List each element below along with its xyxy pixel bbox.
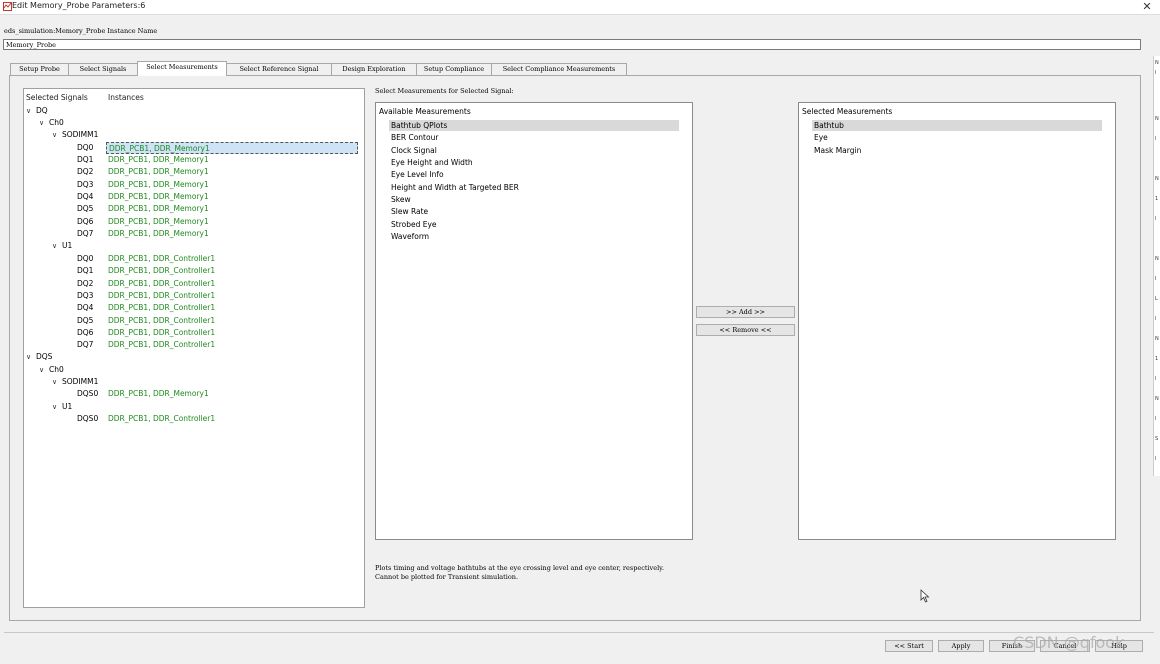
instance-item[interactable]: DDR_PCB1, DDR_Memory1 xyxy=(108,203,209,215)
instance-item[interactable]: DDR_PCB1, DDR_Memory1 xyxy=(108,154,209,166)
tree-node-dqs-sodimm1[interactable]: ∨ SODIMM1 xyxy=(52,376,98,388)
signal-name[interactable]: DQ5 xyxy=(77,315,93,327)
measurement-item[interactable]: BER Contour xyxy=(391,132,438,143)
tree-node-dqs[interactable]: ∨ DQS xyxy=(26,351,52,363)
signal-name[interactable]: DQ2 xyxy=(77,278,93,290)
footer-separator xyxy=(4,632,1154,633)
signal-name[interactable]: DQ2 xyxy=(77,166,93,178)
signal-name[interactable]: DQ7 xyxy=(77,228,93,240)
description-line-2: Cannot be plotted for Transient simulati… xyxy=(375,573,519,581)
add-button[interactable]: >> Add >> xyxy=(696,306,795,318)
measurement-item[interactable]: Bathtub QPlots xyxy=(389,120,679,131)
signal-name[interactable]: DQ3 xyxy=(77,290,93,302)
measurement-item[interactable]: Strobed Eye xyxy=(391,219,437,230)
signal-name[interactable]: DQ0 xyxy=(77,142,93,154)
col-instances: Instances xyxy=(108,93,144,102)
start-button[interactable]: << Start xyxy=(885,640,933,652)
tree-node-dqs-u1[interactable]: ∨ U1 xyxy=(52,401,72,413)
instance-item[interactable]: DDR_PCB1, DDR_Memory1 xyxy=(108,388,209,400)
measurement-item[interactable]: Eye Height and Width xyxy=(391,157,473,168)
chevron-down-icon[interactable]: ∨ xyxy=(52,129,62,141)
instance-item[interactable]: DDR_PCB1, DDR_Memory1 xyxy=(108,191,209,203)
instance-item-selected[interactable]: DDR_PCB1, DDR_Memory1 xyxy=(106,142,358,154)
measurement-item[interactable]: Eye Level Info xyxy=(391,169,444,180)
instance-item[interactable]: DDR_PCB1, DDR_Controller1 xyxy=(108,278,215,290)
signal-name[interactable]: DQ5 xyxy=(77,203,93,215)
instance-item[interactable]: DDR_PCB1, DDR_Memory1 xyxy=(108,228,209,240)
measurement-item[interactable]: Clock Signal xyxy=(391,145,437,156)
selected-signals-tree[interactable]: Selected Signals Instances ∨ DQ ∨ Ch0 ∨ SOD… xyxy=(23,88,365,608)
measurement-item[interactable]: Height and Width at Targeted BER xyxy=(391,182,519,193)
tree-node-dq[interactable]: ∨ DQ xyxy=(26,105,48,117)
tree-node-dqs-ch0[interactable]: ∨ Ch0 xyxy=(39,364,64,376)
signal-name[interactable]: DQS0 xyxy=(77,413,98,425)
chevron-down-icon[interactable]: ∨ xyxy=(52,376,62,388)
signal-name[interactable]: DQ6 xyxy=(77,327,93,339)
signal-name[interactable]: DQ1 xyxy=(77,154,93,166)
signal-name[interactable]: DQ6 xyxy=(77,216,93,228)
measurement-item[interactable]: Waveform xyxy=(391,231,429,242)
selected-measurement-item[interactable]: Bathtub xyxy=(812,120,1102,131)
tab-design-exploration[interactable]: Design Exploration xyxy=(331,63,417,75)
window-title: Edit Memory_Probe Parameters:6 xyxy=(12,1,146,10)
signal-name[interactable]: DQ4 xyxy=(77,302,93,314)
instance-item[interactable]: DDR_PCB1, DDR_Controller1 xyxy=(108,253,215,265)
background-window-strip: NlNl N1lN ILlN 1lNl Sl xyxy=(1153,56,1160,476)
chevron-down-icon[interactable]: ∨ xyxy=(26,351,36,363)
instance-item[interactable]: DDR_PCB1, DDR_Controller1 xyxy=(108,290,215,302)
signal-name[interactable]: DQ4 xyxy=(77,191,93,203)
description-line-1: Plots timing and voltage bathtubs at the… xyxy=(375,564,665,572)
measurements-section-label: Select Measurements for Selected Signal: xyxy=(375,87,514,95)
selected-measurements-header: Selected Measurements xyxy=(802,107,893,116)
measurement-item[interactable]: Slew Rate xyxy=(391,206,428,217)
chevron-down-icon[interactable]: ∨ xyxy=(52,240,62,252)
available-measurements-list[interactable]: Available Measurements Bathtub QPlots BE… xyxy=(375,102,693,540)
instance-name-label: eds_simulation:Memory_Probe Instance Nam… xyxy=(4,27,158,35)
chevron-down-icon[interactable]: ∨ xyxy=(26,105,36,117)
measurement-description: Plots timing and voltage bathtubs at the… xyxy=(375,564,664,582)
signal-name[interactable]: DQS0 xyxy=(77,388,98,400)
available-measurements-header: Available Measurements xyxy=(379,107,471,116)
chevron-down-icon[interactable]: ∨ xyxy=(39,117,49,129)
instance-item[interactable]: DDR_PCB1, DDR_Memory1 xyxy=(108,216,209,228)
tab-select-measurements[interactable]: Select Measurements xyxy=(137,61,227,76)
selected-measurement-item[interactable]: Mask Margin xyxy=(814,145,861,156)
instance-item[interactable]: DDR_PCB1, DDR_Controller1 xyxy=(108,413,215,425)
signal-name[interactable]: DQ0 xyxy=(77,253,93,265)
instance-item[interactable]: DDR_PCB1, DDR_Controller1 xyxy=(108,265,215,277)
remove-button[interactable]: << Remove << xyxy=(696,324,795,336)
chevron-down-icon[interactable]: ∨ xyxy=(39,364,49,376)
finish-button[interactable]: Finish xyxy=(989,640,1035,652)
tab-setup-compliance[interactable]: Setup Compliance xyxy=(416,63,492,75)
tab-select-signals[interactable]: Select Signals xyxy=(68,63,138,75)
help-button[interactable]: Help xyxy=(1095,640,1143,652)
instance-item[interactable]: DDR_PCB1, DDR_Memory1 xyxy=(108,166,209,178)
selected-measurement-item[interactable]: Eye xyxy=(814,132,828,143)
instance-item[interactable]: DDR_PCB1, DDR_Controller1 xyxy=(108,327,215,339)
close-button[interactable]: ✕ xyxy=(1140,0,1154,14)
mouse-cursor-icon xyxy=(920,589,930,603)
signal-name[interactable]: DQ1 xyxy=(77,265,93,277)
chevron-down-icon[interactable]: ∨ xyxy=(52,401,62,413)
instance-name-input[interactable]: Memory_Probe xyxy=(3,39,1141,50)
instance-item[interactable]: DDR_PCB1, DDR_Controller1 xyxy=(108,302,215,314)
app-icon xyxy=(3,2,12,11)
cancel-button[interactable]: Cancel xyxy=(1040,640,1090,652)
instance-item[interactable]: DDR_PCB1, DDR_Memory1 xyxy=(108,179,209,191)
title-bar: Edit Memory_Probe Parameters:6 ✕ xyxy=(0,0,1160,15)
tree-node-ch0[interactable]: ∨ Ch0 xyxy=(39,117,64,129)
tree-node-sodimm1[interactable]: ∨ SODIMM1 xyxy=(52,129,98,141)
selected-measurements-list[interactable]: Selected Measurements Bathtub Eye Mask M… xyxy=(798,102,1116,540)
tree-node-u1[interactable]: ∨ U1 xyxy=(52,240,72,252)
signal-name[interactable]: DQ3 xyxy=(77,179,93,191)
signal-name[interactable]: DQ7 xyxy=(77,339,93,351)
tab-setup-probe[interactable]: Setup Probe xyxy=(10,63,69,75)
tab-select-reference-signal[interactable]: Select Reference Signal xyxy=(226,63,332,75)
instance-item[interactable]: DDR_PCB1, DDR_Controller1 xyxy=(108,339,215,351)
col-selected-signals: Selected Signals xyxy=(26,93,88,102)
apply-button[interactable]: Apply xyxy=(938,640,984,652)
measurement-item[interactable]: Skew xyxy=(391,194,411,205)
tab-select-compliance-measurements[interactable]: Select Compliance Measurements xyxy=(491,63,627,75)
instance-item[interactable]: DDR_PCB1, DDR_Controller1 xyxy=(108,315,215,327)
